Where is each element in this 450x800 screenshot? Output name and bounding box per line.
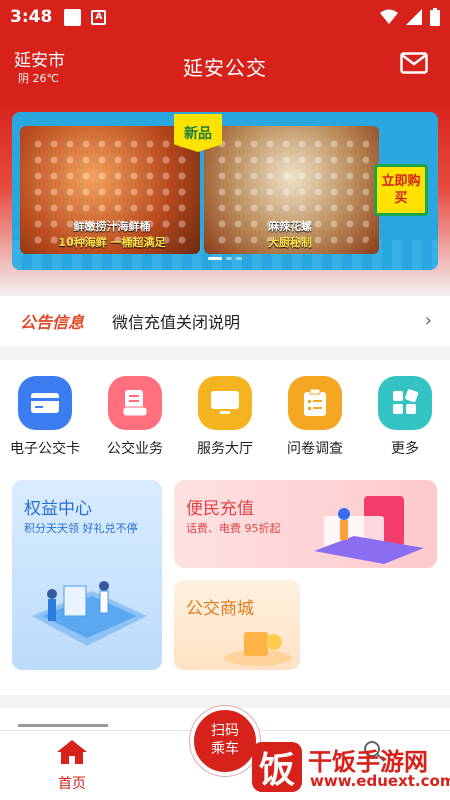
app-header: 延安市 阴 26℃ 延安公交 (0, 34, 450, 98)
banner-item2-caption: 麻辣花螺 大厨秘制 (220, 218, 360, 250)
card-icon (18, 376, 72, 430)
feature-cards: 权益中心 积分天天领 好礼兑不停 便民充值 话费、电费 95折起 公交商城 (0, 470, 450, 695)
service-hall[interactable]: 服务大厅 (180, 376, 270, 458)
service-label: 更多 (391, 441, 419, 457)
status-bar: 3:48 A (0, 0, 450, 34)
battery-icon (430, 8, 440, 26)
service-label: 问卷调查 (287, 441, 343, 457)
banner-item1-title: 鲜嫩捞汁海鲜桶 (73, 220, 151, 233)
banner-item2-subtitle: 大厨秘制 (268, 236, 312, 249)
status-time: 3:48 (10, 7, 53, 27)
services-grid: 电子公交卡 公交业务 服务大厅 问卷调查 更多 (0, 360, 450, 470)
card-title: 公交商城 (186, 599, 254, 619)
service-label: 电子公交卡 (10, 441, 80, 457)
card-subtitle: 话费、电费 95折起 (186, 522, 281, 535)
scan-label-line2: 乘车 (211, 741, 239, 757)
buy-now-button[interactable]: 立即购买 (374, 164, 428, 216)
notice-tag: 公告信息 (20, 313, 85, 332)
monitor-icon (198, 376, 252, 430)
page-title: 延安公交 (183, 56, 267, 80)
banner-item2-title: 麻辣花螺 (268, 220, 312, 233)
service-label: 公交业务 (107, 441, 163, 457)
document-icon (108, 376, 162, 430)
watermark-logo: 饭 (252, 742, 302, 792)
rights-illustration (32, 581, 147, 646)
service-ecard[interactable]: 电子公交卡 (0, 376, 90, 458)
wifi-icon (380, 9, 398, 24)
tab-home-label: 首页 (58, 776, 86, 792)
banner-item1-subtitle: 10种海鲜 一桶超满足 (58, 236, 166, 249)
home-icon (57, 740, 87, 764)
grid-apps-icon (378, 376, 432, 430)
service-survey[interactable]: 问卷调查 (270, 376, 360, 458)
recharge-illustration (314, 496, 424, 564)
card-subtitle: 积分天天领 好礼兑不停 (24, 522, 138, 535)
recharge-card[interactable]: 便民充值 话费、电费 95折起 (174, 480, 437, 568)
card-title: 便民充值 (186, 499, 254, 519)
tab-home[interactable]: 首页 (42, 739, 102, 793)
signal-icon (406, 9, 422, 25)
app-notification-icon: A (91, 9, 107, 25)
notification-square-icon (64, 8, 82, 26)
chevron-right-icon: › (424, 310, 432, 331)
banner-page-indicator (12, 257, 438, 260)
service-bus-business[interactable]: 公交业务 (90, 376, 180, 458)
service-more[interactable]: 更多 (360, 376, 450, 458)
banner-item1-caption: 鲜嫩捞汁海鲜桶 10种海鲜 一桶超满足 (32, 218, 192, 250)
mail-icon[interactable] (400, 52, 428, 74)
notice-bar[interactable]: 公告信息 微信充值关闭说明 › (0, 296, 450, 346)
scan-label-line1: 扫码 (211, 723, 239, 739)
notice-text: 微信充值关闭说明 (112, 313, 241, 332)
card-title: 权益中心 (24, 499, 92, 519)
bus-mall-card[interactable]: 公交商城 (174, 580, 300, 670)
clipboard-icon (288, 376, 342, 430)
new-product-tag: 新品 (174, 114, 222, 152)
service-label: 服务大厅 (197, 441, 253, 457)
mall-illustration (224, 632, 292, 666)
site-watermark: 饭 干饭手游网 www.eduext.com (248, 740, 450, 798)
promo-banner[interactable]: 新品 鲜嫩捞汁海鲜桶 10种海鲜 一桶超满足 麻辣花螺 大厨秘制 立即购买 (12, 112, 438, 270)
rights-center-card[interactable]: 权益中心 积分天天领 好礼兑不停 (12, 480, 162, 670)
watermark-url: www.eduext.com (310, 772, 450, 790)
